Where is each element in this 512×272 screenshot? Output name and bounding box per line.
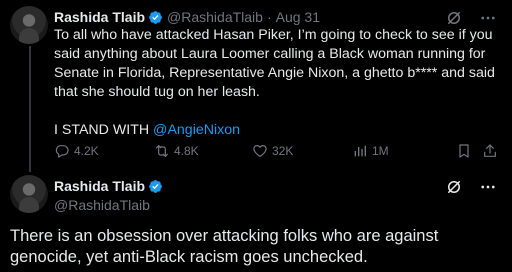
share-icon (484, 144, 496, 157)
thread-connector-line (29, 46, 31, 172)
tweet-action-bar: 4.2K 4.8K 32K 1M (54, 141, 498, 161)
avatar[interactable] (10, 6, 48, 44)
views-count: 1M (372, 144, 389, 158)
repost-button[interactable]: 4.8K (154, 143, 199, 159)
avatar[interactable] (10, 175, 48, 213)
tweet-header: Rashida Tlaib (54, 177, 163, 195)
reply-icon (55, 145, 69, 158)
grok-icon[interactable] (444, 8, 464, 28)
bookmark-button[interactable] (456, 143, 472, 159)
tweet-header-actions (444, 8, 498, 28)
like-icon (253, 145, 267, 157)
tweet-text: To all who have attacked Hasan Piker, I’… (54, 26, 498, 140)
views-button[interactable]: 1M (352, 143, 389, 159)
tweet-paragraph: To all who have attacked Hasan Piker, I’… (54, 27, 495, 100)
tweet-paragraph-stand: I STAND WITH @AngieNixon (54, 121, 498, 140)
timestamp[interactable]: Aug 31 (276, 8, 320, 26)
author-name[interactable]: Rashida Tlaib (54, 8, 145, 26)
views-icon (354, 145, 366, 157)
like-count: 32K (272, 144, 294, 158)
separator-dot: · (266, 9, 272, 25)
stand-text: I STAND WITH (54, 122, 154, 138)
reply-button[interactable]: 4.2K (54, 143, 99, 159)
mention-link[interactable]: @AngieNixon (153, 122, 240, 138)
tweet-header-actions (444, 177, 498, 197)
repost-icon (156, 145, 168, 157)
more-icon[interactable] (478, 8, 498, 28)
author-handle[interactable]: @RashidaTlaib (54, 196, 150, 214)
verified-badge-icon (148, 10, 163, 25)
author-handle[interactable]: @RashidaTlaib (167, 8, 263, 26)
repost-count: 4.8K (174, 144, 199, 158)
tweet-text: There is an obsession over attacking fol… (10, 227, 439, 266)
reply-count: 4.2K (74, 144, 99, 158)
author-name[interactable]: Rashida Tlaib (54, 177, 145, 195)
tweet-header: Rashida Tlaib @RashidaTlaib · Aug 31 (54, 8, 320, 26)
like-button[interactable]: 32K (252, 143, 293, 159)
more-icon[interactable] (478, 177, 498, 197)
grok-icon[interactable] (444, 177, 464, 197)
verified-badge-icon (148, 179, 163, 194)
bookmark-icon (459, 144, 469, 158)
share-button[interactable] (482, 143, 498, 159)
